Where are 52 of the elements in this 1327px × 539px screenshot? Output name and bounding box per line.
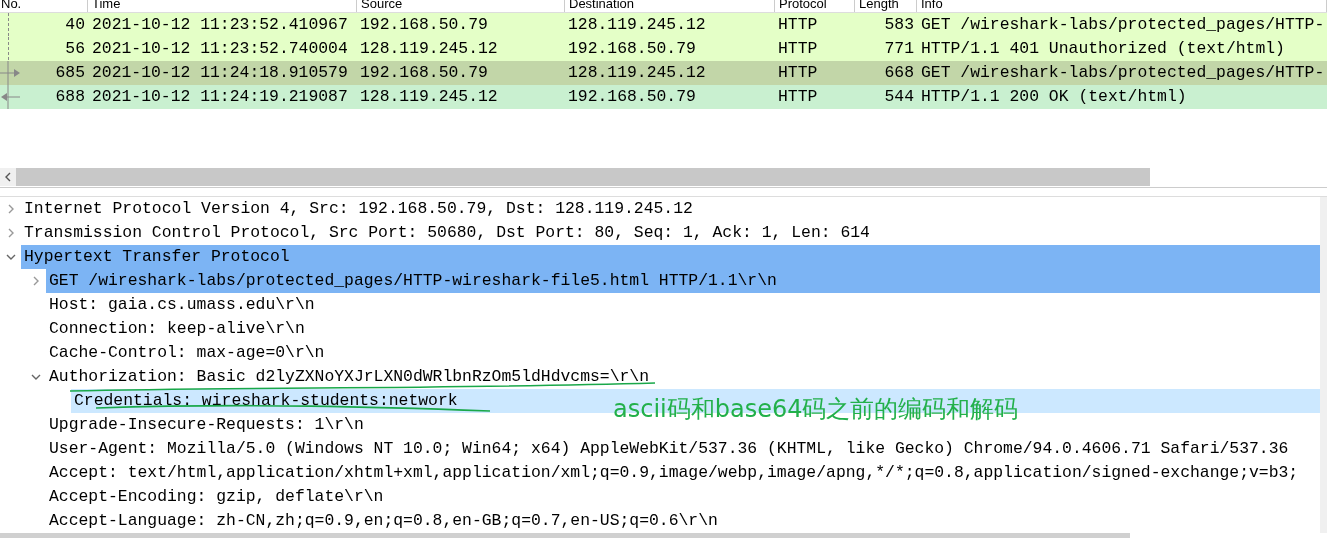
table-cell-text: 583 <box>883 14 915 36</box>
table-cell-text: HTTP/1.1 401 Unauthorized (text/html) <box>920 38 1286 60</box>
table-cell-text: 771 <box>883 38 915 60</box>
tree-item[interactable]: Credentials: wireshark-students:network <box>71 389 458 413</box>
horizontal-scrollbar[interactable] <box>0 533 1130 538</box>
handwritten-annotation: ascii码和base64码之前的编码和解码 <box>613 394 1019 424</box>
tree-item[interactable]: GET /wireshark-labs/protected_pages/HTTP-wireshark-file5.html HTTP/1.1\r\n <box>46 269 777 293</box>
table-cell-text: HTTP <box>777 86 819 108</box>
table-cell-text: 128.119.245.12 <box>359 38 499 60</box>
table-cell-text: 56 <box>64 38 86 60</box>
tree-item[interactable]: Accept-Encoding: gzip, deflate\r\n <box>46 485 384 509</box>
table-cell-text: 128.119.245.12 <box>567 14 707 36</box>
tree-item[interactable]: Connection: keep-alive\r\n <box>46 317 305 341</box>
packet-row[interactable]: 688 2021-10-12 11:24:19.219087 128.119.245.12 192.168.50.79 HTTP 544 HTTP/1.1 200 OK (text/html) <box>0 85 1327 109</box>
left-arrow-icon <box>0 85 21 109</box>
tree-item[interactable]: Internet Protocol Version 4, Src: 192.168.50.79, Dst: 128.119.245.12 <box>21 197 693 221</box>
tree-item[interactable]: Cache-Control: max-age=0\r\n <box>46 341 325 365</box>
table-cell-text: 192.168.50.79 <box>359 14 489 36</box>
tree-item[interactable]: User-Agent: Mozilla/5.0 (Windows NT 10.0; Win64; x64) AppleWebKit/537.36 (KHTML, like Gecko) Chrome/94.0.4606.71 Safari/537.36 <box>46 437 1289 461</box>
table-cell-text: 2021-10-12 11:24:18.910579 <box>91 62 349 84</box>
table-cell-text: 688 <box>54 86 86 108</box>
table-cell-text: HTTP <box>777 62 819 84</box>
table-cell-text: 685 <box>54 62 86 84</box>
table-cell-text: 192.168.50.79 <box>567 38 697 60</box>
table-cell-text: 192.168.50.79 <box>359 62 489 84</box>
table-cell-text: HTTP <box>777 14 819 36</box>
tree-item[interactable]: Host: gaia.cs.umass.edu\r\n <box>46 293 315 317</box>
packet-row[interactable]: 56 2021-10-12 11:23:52.740004 128.119.245.12 192.168.50.79 HTTP 771 HTTP/1.1 401 Unauthorized (text/html) <box>0 37 1327 61</box>
table-cell-text: 668 <box>883 62 915 84</box>
right-arrow-icon <box>0 61 21 85</box>
table-cell-text: 544 <box>883 86 915 108</box>
packet-row[interactable]: 40 2021-10-12 11:23:52.410967 192.168.50.79 128.119.245.12 HTTP 583 GET /wireshark-labs/protected_pages/HTTP- <box>0 13 1327 37</box>
table-cell-text: HTTP/1.1 200 OK (text/html) <box>920 86 1188 108</box>
tree-item[interactable]: Upgrade-Insecure-Requests: 1\r\n <box>46 413 364 437</box>
packet-row[interactable]: 685 2021-10-12 11:24:18.910579 192.168.50.79 128.119.245.12 HTTP 668 GET /wireshark-labs/protected_pages/HTTP- <box>0 61 1327 85</box>
tree-item[interactable]: Authorization: Basic d2lyZXNoYXJrLXN0dWRlbnRzOm5ldHdvcms=\r\n <box>46 365 649 389</box>
tree-item[interactable]: Accept-Language: zh-CN,zh;q=0.9,en;q=0.8,en-GB;q=0.7,en-US;q=0.6\r\n <box>46 509 718 533</box>
table-cell-text: 192.168.50.79 <box>567 86 697 108</box>
scroll-left-icon[interactable] <box>0 168 16 186</box>
table-cell-text: 2021-10-12 11:23:52.740004 <box>91 38 349 60</box>
table-cell-text: HTTP <box>777 38 819 60</box>
table-cell-text: 2021-10-12 11:24:19.219087 <box>91 86 349 108</box>
table-cell-text: 128.119.245.12 <box>359 86 499 108</box>
tree-item[interactable]: Transmission Control Protocol, Src Port: 50680, Dst Port: 80, Seq: 1, Ack: 1, Len: 614 <box>21 221 870 245</box>
table-cell-text: 40 <box>64 14 86 36</box>
table-cell-text: GET /wireshark-labs/protected_pages/HTTP- <box>920 62 1326 84</box>
table-cell-text: GET /wireshark-labs/protected_pages/HTTP- <box>920 14 1326 36</box>
tree-item[interactable]: Accept: text/html,application/xhtml+xml,application/xml;q=0.9,image/webp,image/apng,*/*;q=0.8,application/signed-exchange;v=b3; <box>46 461 1299 485</box>
tree-item[interactable]: Hypertext Transfer Protocol <box>21 245 290 269</box>
table-cell-text: 128.119.245.12 <box>567 62 707 84</box>
table-cell-text: 2021-10-12 11:23:52.410967 <box>91 14 349 36</box>
horizontal-scrollbar[interactable] <box>0 168 1150 186</box>
